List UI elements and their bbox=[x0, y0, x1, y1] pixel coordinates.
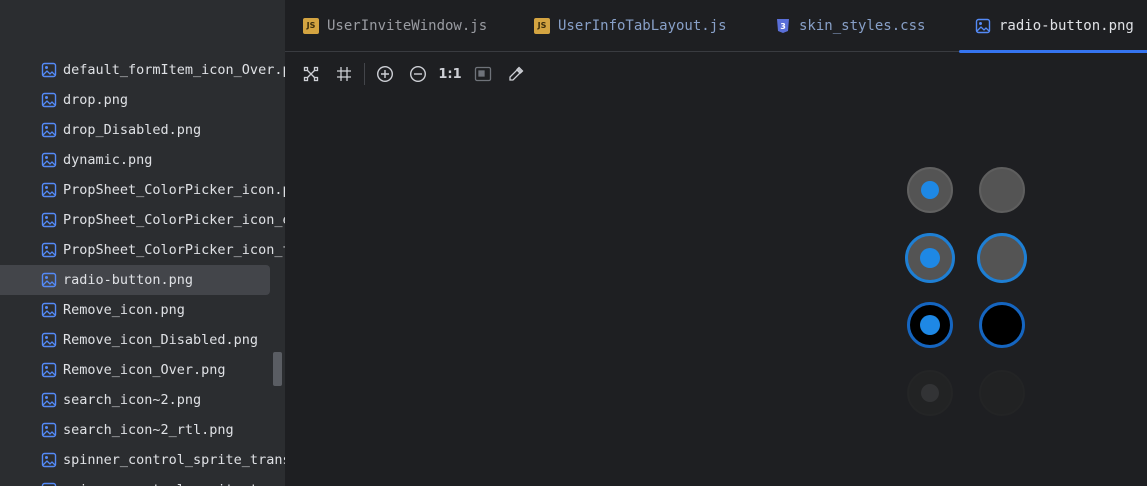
editor-tab-bar: JS UserInviteWindow.js JS UserInfoTabLay… bbox=[285, 0, 1147, 53]
image-file-icon bbox=[41, 122, 57, 138]
file-tree: default_formItem_icon_Over.png drop.png dr… bbox=[0, 55, 285, 486]
svg-text:3: 3 bbox=[780, 22, 786, 31]
radio-checked-focus bbox=[905, 233, 955, 283]
editor-area: JS UserInviteWindow.js JS UserInfoTabLay… bbox=[285, 0, 1147, 486]
tab-label: UserInviteWindow.js bbox=[327, 18, 488, 34]
file-tree-item-label: PropSheet_ColorPicker_icon_e bbox=[63, 212, 285, 228]
file-tree-item[interactable]: PropSheet_ColorPicker_icon_t bbox=[0, 235, 285, 265]
file-tree-item-label: drop.png bbox=[63, 92, 129, 108]
ide-window: default_formItem_icon_Over.png drop.png dr… bbox=[0, 0, 1147, 486]
js-file-icon: JS bbox=[303, 18, 319, 34]
image-file-icon bbox=[41, 212, 57, 228]
css-file-icon: 3 bbox=[777, 19, 789, 33]
radio-checked-normal bbox=[907, 167, 953, 213]
js-file-icon: JS bbox=[534, 18, 550, 34]
radio-dot bbox=[920, 248, 940, 268]
radio-unchecked-pressed bbox=[979, 302, 1025, 348]
tab-skin-styles[interactable]: 3 skin_styles.css bbox=[775, 0, 925, 52]
actual-size-icon[interactable]: 1:1 bbox=[438, 64, 462, 84]
tab-radio-button[interactable]: radio-button.png bbox=[959, 0, 1147, 53]
file-tree-item-label: PropSheet_ColorPicker_icon_t bbox=[63, 242, 285, 258]
image-file-icon bbox=[41, 242, 57, 258]
tab-label: UserInfoTabLayout.js bbox=[558, 18, 727, 34]
toolbar-separator bbox=[364, 63, 365, 85]
file-tree-item[interactable]: Remove_icon_Over.png bbox=[0, 355, 285, 385]
project-tree-header bbox=[0, 0, 285, 52]
image-file-icon bbox=[975, 18, 991, 34]
radio-unchecked-focus bbox=[977, 233, 1027, 283]
color-picker-icon[interactable] bbox=[506, 64, 526, 84]
tab-label: skin_styles.css bbox=[799, 18, 926, 34]
image-file-icon bbox=[41, 152, 57, 168]
radio-unchecked-disabled bbox=[979, 370, 1025, 416]
file-tree-item-label: Remove_icon_Over.png bbox=[63, 362, 226, 378]
file-tree-item-label: PropSheet_ColorPicker_icon.png bbox=[63, 182, 285, 198]
file-tree-item-label: dynamic.png bbox=[63, 152, 153, 168]
image-editor-toolbar: 1:1 bbox=[285, 53, 1147, 95]
file-tree-item[interactable]: default_formItem_icon_Over.png bbox=[0, 55, 285, 85]
file-tree-item[interactable]: dynamic.png bbox=[0, 145, 285, 175]
file-tree-item[interactable]: drop.png bbox=[0, 85, 285, 115]
tab-label: radio-button.png bbox=[999, 18, 1134, 34]
file-tree-item-label: default_formItem_icon_Over.png bbox=[63, 62, 285, 78]
tab-user-info-tab-layout[interactable]: JS UserInfoTabLayout.js bbox=[534, 0, 727, 52]
radio-dot bbox=[921, 181, 939, 199]
file-tree-item[interactable]: PropSheet_ColorPicker_icon.png bbox=[0, 175, 285, 205]
radio-checked-pressed bbox=[907, 302, 953, 348]
file-tree-item-label: drop_Disabled.png bbox=[63, 122, 202, 138]
file-tree-item-label: Remove_icon_Disabled.png bbox=[63, 332, 259, 348]
image-file-icon bbox=[41, 302, 57, 318]
radio-button-sprite bbox=[905, 167, 1027, 416]
image-file-icon bbox=[41, 452, 57, 468]
radio-dot bbox=[921, 384, 939, 402]
image-file-icon bbox=[41, 362, 57, 378]
file-tree-item[interactable]: search_icon~2_rtl.png bbox=[0, 415, 285, 445]
image-file-icon bbox=[41, 332, 57, 348]
file-tree-item-label: search_icon~2.png bbox=[63, 392, 202, 408]
radio-dot bbox=[920, 315, 940, 335]
grid-icon[interactable] bbox=[334, 64, 354, 84]
file-tree-item[interactable]: spinner_control_sprite_t bbox=[0, 475, 285, 486]
file-tree-item[interactable]: search_icon~2.png bbox=[0, 385, 285, 415]
file-tree-item-label: Remove_icon.png bbox=[63, 302, 185, 318]
zoom-in-icon[interactable] bbox=[375, 64, 395, 84]
project-tree-panel: default_formItem_icon_Over.png drop.png dr… bbox=[0, 0, 285, 486]
tab-user-invite-window[interactable]: JS UserInviteWindow.js bbox=[303, 0, 487, 52]
file-tree-item-label: spinner_control_sprite_trans bbox=[63, 452, 285, 468]
file-tree-item[interactable]: Remove_icon.png bbox=[0, 295, 285, 325]
image-file-icon bbox=[41, 392, 57, 408]
radio-unchecked-normal bbox=[979, 167, 1025, 213]
file-tree-item[interactable]: spinner_control_sprite_trans bbox=[0, 445, 285, 475]
actual-size-label: 1:1 bbox=[438, 66, 462, 82]
file-tree-item[interactable]: drop_Disabled.png bbox=[0, 115, 285, 145]
image-file-icon bbox=[41, 272, 57, 288]
file-tree-item-label: search_icon~2_rtl.png bbox=[63, 422, 234, 438]
radio-checked-disabled bbox=[907, 370, 953, 416]
image-file-icon bbox=[41, 482, 57, 486]
file-tree-item[interactable]: Remove_icon_Disabled.png bbox=[0, 325, 285, 355]
zoom-out-icon[interactable] bbox=[408, 64, 428, 84]
file-tree-item-label: radio-button.png bbox=[63, 272, 194, 288]
image-file-icon bbox=[41, 62, 57, 78]
background-toggle-icon[interactable] bbox=[473, 64, 493, 84]
image-file-icon bbox=[41, 92, 57, 108]
tree-scrollbar-thumb[interactable] bbox=[273, 352, 282, 386]
file-tree-item[interactable]: radio-button.png bbox=[0, 265, 285, 295]
image-file-icon bbox=[41, 422, 57, 438]
file-tree-item-label: spinner_control_sprite_t bbox=[63, 475, 258, 486]
image-preview bbox=[285, 95, 1147, 486]
file-tree-item[interactable]: PropSheet_ColorPicker_icon_e bbox=[0, 205, 285, 235]
fit-to-window-icon[interactable] bbox=[301, 64, 321, 84]
image-file-icon bbox=[41, 182, 57, 198]
